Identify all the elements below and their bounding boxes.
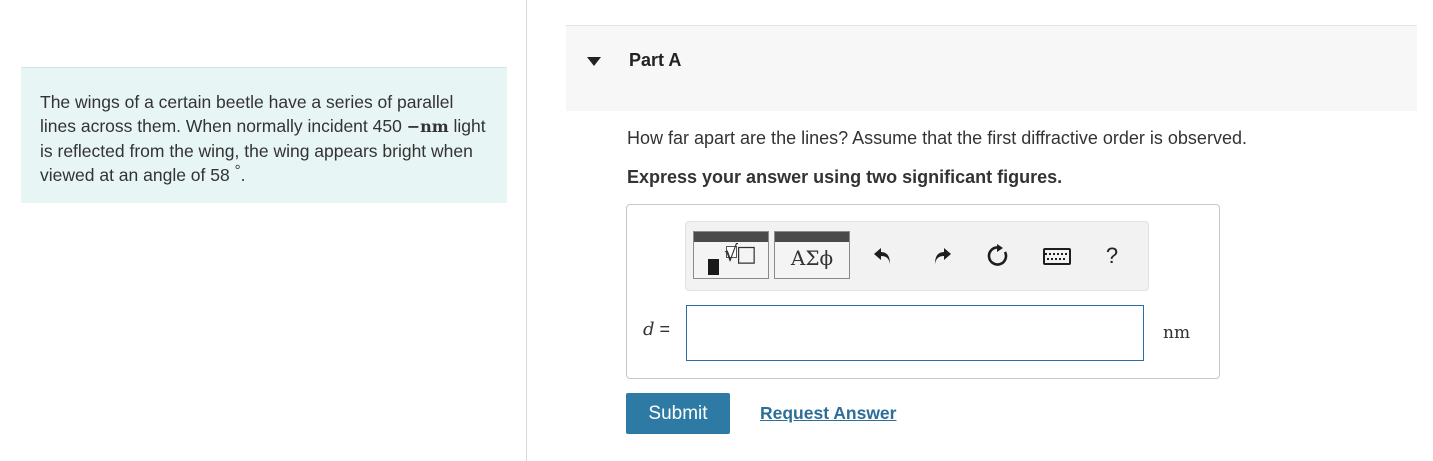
part-a-header[interactable]: Part A bbox=[566, 25, 1417, 111]
variable-symbol: d bbox=[643, 319, 655, 340]
dash-symbol: − bbox=[406, 117, 421, 136]
equals-sign: = bbox=[659, 319, 671, 339]
math-toolbar: √□ ΑΣϕ ? bbox=[685, 221, 1149, 291]
degree-symbol: ° bbox=[234, 162, 241, 179]
request-answer-link[interactable]: Request Answer bbox=[760, 403, 896, 424]
redo-icon[interactable] bbox=[928, 242, 956, 270]
collapse-caret-icon[interactable] bbox=[587, 57, 601, 66]
help-icon[interactable]: ? bbox=[1098, 242, 1126, 270]
unit-nm: nm bbox=[420, 117, 449, 136]
greek-symbols-label: ΑΣϕ bbox=[790, 246, 834, 270]
help-label: ? bbox=[1105, 243, 1119, 268]
undo-icon[interactable] bbox=[869, 242, 897, 270]
answer-input[interactable] bbox=[686, 305, 1144, 361]
answer-unit: nm bbox=[1163, 323, 1191, 343]
instruction-text: Express your answer using two significan… bbox=[627, 167, 1063, 187]
keyboard-icon[interactable] bbox=[1040, 242, 1074, 270]
greek-symbols-button[interactable]: ΑΣϕ bbox=[774, 231, 850, 279]
problem-text-part3: . bbox=[240, 165, 246, 185]
answer-panel: √□ ΑΣϕ ? d = nm bbox=[626, 204, 1220, 379]
answer-variable-label: d = bbox=[643, 319, 670, 340]
templates-button[interactable]: √□ bbox=[693, 231, 769, 279]
column-divider bbox=[526, 0, 527, 461]
part-title: Part A bbox=[629, 50, 682, 70]
submit-button[interactable]: Submit bbox=[626, 393, 730, 434]
reset-icon[interactable] bbox=[984, 242, 1012, 270]
problem-text-part1: The wings of a certain beetle have a ser… bbox=[40, 92, 454, 136]
problem-statement-box: The wings of a certain beetle have a ser… bbox=[21, 67, 507, 203]
problem-statement: The wings of a certain beetle have a ser… bbox=[40, 90, 490, 189]
question-text: How far apart are the lines? Assume that… bbox=[627, 128, 1247, 148]
